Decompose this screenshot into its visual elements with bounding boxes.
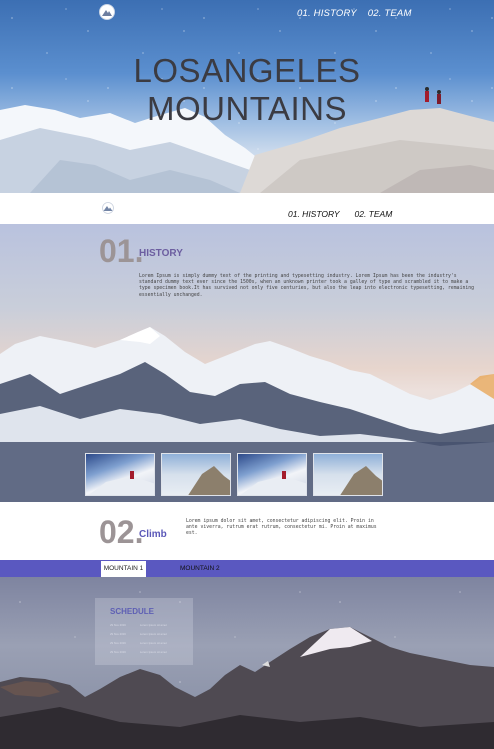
schedule-row[interactable]: 29 Nov 2016 Lorem Ipsum sit amet bbox=[110, 647, 193, 656]
section-number: 01. bbox=[99, 233, 144, 269]
nav-link-history[interactable]: 01. HISTORY bbox=[288, 209, 340, 219]
section-title: HISTORY bbox=[139, 248, 183, 259]
hero-nav-team[interactable]: 02. TEAM bbox=[368, 8, 412, 19]
navigation-bar: 01. HISTORY 02. TEAM bbox=[0, 193, 494, 224]
history-text: Lorem Ipsum is simply dummy text of the … bbox=[139, 274, 475, 298]
nav-link-team[interactable]: 02. TEAM bbox=[355, 209, 393, 219]
hero-title-line1: LOSANGELES bbox=[133, 52, 361, 89]
schedule-desc: Lorem Ipsum sit amet bbox=[139, 649, 167, 654]
tab-mountain-2[interactable]: MOUNTAIN 2 bbox=[180, 561, 220, 577]
gallery-thumb-peak[interactable] bbox=[313, 453, 383, 496]
navbar-links: 01. HISTORY 02. TEAM bbox=[288, 209, 392, 219]
hero-banner: 01. HISTORY 02. TEAM LOSANGELES MOUNTAIN… bbox=[0, 0, 494, 193]
schedule-date: 29 Nov 2016 bbox=[110, 631, 126, 636]
schedule-section: SCHEDULE 29 Nov 2016 Lorem Ipsum sit ame… bbox=[0, 577, 494, 749]
section-number: 02. bbox=[99, 514, 144, 550]
gallery-thumb-climber[interactable] bbox=[85, 453, 155, 496]
hero-title-line2: MOUNTAINS bbox=[146, 90, 348, 127]
logo-icon[interactable] bbox=[102, 202, 114, 214]
hero-title: LOSANGELES MOUNTAINS bbox=[0, 52, 494, 128]
hero-nav: 01. HISTORY 02. TEAM bbox=[297, 8, 412, 19]
hero-nav-history[interactable]: 01. HISTORY bbox=[297, 8, 357, 19]
gallery-thumb-climber[interactable] bbox=[237, 453, 307, 496]
schedule-date: 29 Nov 2016 bbox=[110, 649, 126, 654]
schedule-date: 29 Nov 2016 bbox=[110, 640, 126, 645]
schedule-desc: Lorem Ipsum sit amet bbox=[139, 631, 167, 636]
section-title: Climb bbox=[139, 529, 167, 540]
climb-text: Lorem ipsum dolor sit amet, consectetur … bbox=[186, 519, 377, 537]
mountain-tabs: MOUNTAIN 1 MOUNTAIN 2 bbox=[0, 560, 494, 577]
schedule-row[interactable]: 29 Nov 2016 Lorem Ipsum sit amet bbox=[110, 620, 193, 629]
gallery-thumb-peak[interactable] bbox=[161, 453, 231, 496]
schedule-desc: Lorem Ipsum sit amet bbox=[139, 622, 167, 627]
photo-gallery bbox=[85, 453, 383, 496]
schedule-row[interactable]: 29 Nov 2016 Lorem Ipsum sit amet bbox=[110, 638, 193, 647]
climb-section: 02. Climb Lorem ipsum dolor sit amet, co… bbox=[0, 502, 494, 560]
schedule-date: 29 Nov 2016 bbox=[110, 622, 126, 627]
tab-mountain-1[interactable]: MOUNTAIN 1 bbox=[101, 561, 146, 577]
schedule-row[interactable]: 29 Nov 2016 Lorem Ipsum sit amet bbox=[110, 629, 193, 638]
schedule-title: SCHEDULE bbox=[110, 607, 155, 616]
schedule-panel: SCHEDULE 29 Nov 2016 Lorem Ipsum sit ame… bbox=[95, 598, 193, 665]
logo-icon[interactable] bbox=[99, 4, 115, 20]
night-mountains-image bbox=[0, 627, 494, 749]
history-section: 01. HISTORY Lorem Ipsum is simply dummy … bbox=[0, 224, 494, 502]
schedule-desc: Lorem Ipsum sit amet bbox=[139, 640, 167, 645]
